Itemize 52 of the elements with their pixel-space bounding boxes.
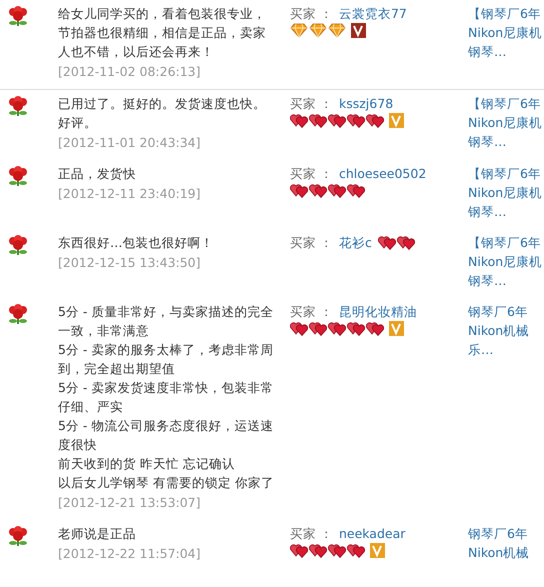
review-comment: 老师说是正品	[58, 525, 137, 543]
buyer-name-link[interactable]: 花衫c	[338, 233, 372, 252]
product-link[interactable]: 钢琴…	[468, 271, 544, 290]
flower-icon	[7, 166, 29, 188]
review-comment: 已用过了。挺好的。发货速度也快。好评。	[58, 95, 267, 132]
flower-icon	[7, 526, 29, 548]
buyer-name-link[interactable]: 昆明化妆精油	[338, 302, 417, 321]
buyer-name-link[interactable]: ksszj678	[338, 94, 394, 113]
review-comment: 前天收到的货 昨天忙 忘记确认	[58, 455, 236, 473]
review-date: [2012-12-11 23:40:19]	[58, 185, 202, 203]
flower-icon	[7, 235, 29, 257]
review-comment: 5分 - 物流公司服务态度很好，运送速度很快	[58, 417, 274, 454]
review-comment: 5分 - 卖家的服务太棒了，考虑非常周到，完全超出期望值	[58, 341, 274, 378]
review-comment: 5分 - 卖家发货速度非常快，包装非常仔细、严实	[58, 379, 274, 416]
review-date: [2012-11-02 08:26:13]	[58, 63, 202, 81]
product-link[interactable]: Nikon尼康机	[468, 23, 544, 42]
product-link[interactable]: 钢琴厂6年	[468, 524, 544, 543]
product-link[interactable]: 钢琴…	[468, 202, 544, 221]
review-comment: 东西很好…包装也很好啊！	[58, 234, 214, 252]
review-comment: 以后女儿学钢琴 有需要的锁定 你家了	[58, 474, 275, 492]
buyer-label: 买家 ：	[290, 165, 333, 183]
product-link[interactable]: Nikon尼康机	[468, 113, 544, 132]
product-link[interactable]: 【钢琴厂6年	[468, 94, 544, 113]
review-date: [2012-12-15 13:43:50]	[58, 254, 202, 272]
product-link[interactable]: 乐…	[468, 340, 544, 359]
product-link[interactable]: 【钢琴厂6年	[468, 164, 544, 183]
product-link[interactable]: Nikon机械	[468, 543, 544, 562]
review-comment: 给女儿同学买的，看着包装很专业，节拍器也很精细，相信是正品，卖家人也不错，以后还会再来！	[58, 5, 267, 61]
flower-icon	[7, 96, 29, 118]
review-date: [2012-12-22 11:57:04]	[58, 545, 202, 563]
review-date: [2012-11-01 20:43:34]	[58, 134, 202, 152]
flower-icon	[7, 304, 29, 326]
review-date: [2012-12-21 13:53:07]	[58, 494, 202, 512]
review-comment: 5分 - 质量非常好，与卖家描述的完全一致，非常满意	[58, 303, 274, 340]
flower-icon	[7, 6, 29, 28]
product-link[interactable]: 【钢琴厂6年	[468, 4, 544, 23]
product-link[interactable]: Nikon尼康机	[468, 183, 544, 202]
buyer-name-link[interactable]: 云裳霓衣77	[338, 4, 407, 23]
buyer-label: 买家 ：	[290, 234, 333, 252]
product-link[interactable]: 【钢琴厂6年	[468, 233, 544, 252]
buyer-label: 买家 ：	[290, 95, 333, 113]
buyer-label: 买家 ：	[290, 5, 333, 23]
product-link[interactable]: 钢琴厂6年	[468, 302, 544, 321]
buyer-name-link[interactable]: neekadear	[338, 524, 406, 543]
product-link[interactable]: 钢琴…	[468, 132, 544, 151]
product-link[interactable]: Nikon机械	[468, 321, 544, 340]
review-comment: 正品，发货快	[58, 165, 137, 183]
buyer-label: 买家 ：	[290, 303, 333, 321]
buyer-label: 买家 ：	[290, 525, 333, 543]
buyer-name-link[interactable]: chloesee0502	[338, 164, 426, 183]
product-link[interactable]: 钢琴…	[468, 42, 544, 61]
product-link[interactable]: Nikon尼康机	[468, 252, 544, 271]
